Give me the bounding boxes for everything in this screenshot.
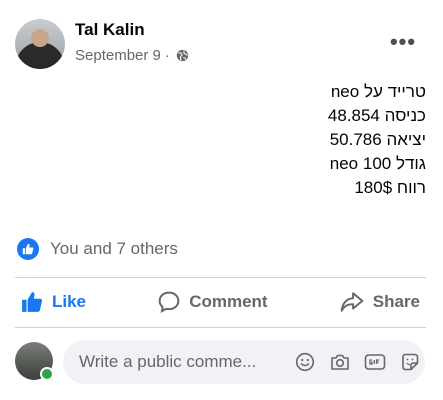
reactions-summary[interactable]: You and 7 others xyxy=(17,238,178,260)
emoji-icon[interactable] xyxy=(293,350,317,374)
post-line: גודל 100 neo xyxy=(329,154,426,173)
sticker-icon[interactable] xyxy=(398,350,422,374)
meta-separator: · xyxy=(164,47,170,64)
share-icon xyxy=(340,292,364,312)
comment-composer xyxy=(63,340,425,384)
post-line: כניסה 48.854 xyxy=(327,106,426,125)
more-options-icon[interactable]: ••• xyxy=(389,28,417,56)
online-status-indicator xyxy=(40,367,54,381)
like-label: Like xyxy=(52,292,87,311)
comment-input[interactable] xyxy=(77,351,281,373)
comment-button[interactable]: Comment xyxy=(152,291,273,313)
post-line: רווח 180$ xyxy=(354,178,426,197)
post-line: יציאה 50.786 xyxy=(329,130,426,149)
post-actions: Like Comment Share xyxy=(15,279,426,325)
post-body: טרייד על neo כניסה 48.854 יציאה 50.786 ג… xyxy=(126,80,426,200)
divider xyxy=(15,277,426,278)
post-meta: September 9 · xyxy=(75,47,189,64)
author-avatar[interactable] xyxy=(15,19,65,69)
post-line: טרייד על neo xyxy=(330,82,426,101)
author-name[interactable]: Tal Kalin xyxy=(75,20,145,40)
post-date[interactable]: September 9 xyxy=(75,47,161,64)
thumbs-up-icon xyxy=(22,292,43,312)
gif-icon[interactable] xyxy=(363,350,387,374)
like-button[interactable]: Like xyxy=(15,291,92,313)
composer-tools xyxy=(293,350,422,374)
comment-icon xyxy=(158,291,180,313)
current-user-avatar[interactable] xyxy=(15,342,54,381)
share-label: Share xyxy=(372,292,420,311)
reactions-text[interactable]: You and 7 others xyxy=(50,239,178,259)
camera-icon[interactable] xyxy=(328,350,352,374)
comment-label: Comment xyxy=(189,292,268,311)
share-button[interactable]: Share xyxy=(334,291,426,313)
like-badge-icon xyxy=(17,238,39,260)
globe-icon xyxy=(176,49,189,62)
divider xyxy=(15,327,426,328)
